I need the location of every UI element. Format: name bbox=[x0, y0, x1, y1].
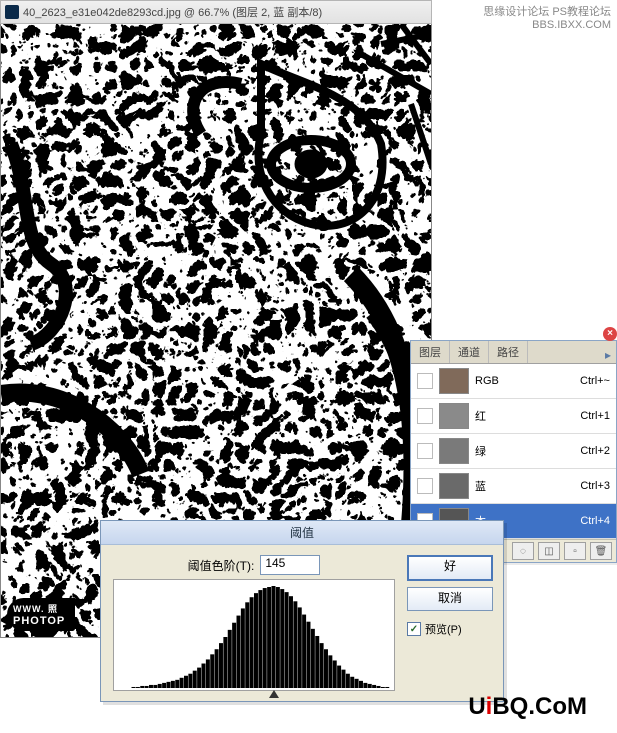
tab-channels[interactable]: 通道 bbox=[450, 341, 489, 363]
channel-thumbnail bbox=[439, 473, 469, 499]
desktop-watermark-line2: BBS.IBXX.COM bbox=[483, 19, 611, 32]
load-selection-icon[interactable]: ◌ bbox=[512, 542, 534, 560]
channel-row[interactable]: 红 Ctrl+1 bbox=[411, 399, 616, 434]
channel-label: 红 bbox=[475, 408, 574, 424]
brand-watermark: UiBQ.CoM bbox=[468, 693, 587, 721]
delete-channel-icon[interactable]: 🗑 bbox=[590, 542, 612, 560]
channel-row[interactable]: RGB Ctrl+~ bbox=[411, 364, 616, 399]
channel-thumbnail bbox=[439, 368, 469, 394]
image-watermark-line2: PHOTOP bbox=[13, 615, 65, 627]
image-watermark-line1: WWW. 照 bbox=[13, 602, 65, 615]
channel-shortcut: Ctrl+1 bbox=[580, 410, 610, 422]
tab-paths[interactable]: 路径 bbox=[489, 341, 528, 363]
app-icon bbox=[5, 5, 19, 19]
channel-thumbnail bbox=[439, 438, 469, 464]
new-channel-icon[interactable]: ▫ bbox=[564, 542, 586, 560]
channel-shortcut: Ctrl+~ bbox=[580, 375, 610, 387]
preview-checkbox[interactable]: ✓ 预览(P) bbox=[407, 621, 493, 637]
channel-shortcut: Ctrl+4 bbox=[580, 515, 610, 527]
channel-shortcut: Ctrl+3 bbox=[580, 480, 610, 492]
preview-label: 预览(P) bbox=[425, 621, 462, 637]
channel-list: RGBCtrl+~红Ctrl+1绿Ctrl+2蓝Ctrl+3本Ctrl+4 bbox=[411, 364, 616, 539]
desktop-watermark: 思缘设计论坛 PS教程论坛 BBS.IBXX.COM bbox=[483, 6, 611, 32]
histogram bbox=[113, 579, 395, 691]
threshold-slider-handle[interactable] bbox=[269, 690, 279, 698]
visibility-toggle[interactable] bbox=[417, 373, 433, 389]
channel-shortcut: Ctrl+2 bbox=[580, 445, 610, 457]
visibility-toggle[interactable] bbox=[417, 478, 433, 494]
checkbox-icon: ✓ bbox=[407, 622, 421, 636]
document-titlebar[interactable]: 40_2623_e31e042de8293cd.jpg @ 66.7% (图层 … bbox=[0, 0, 432, 24]
channel-label: RGB bbox=[475, 375, 574, 387]
image-watermark: WWW. 照 PHOTOP bbox=[7, 598, 75, 631]
visibility-toggle[interactable] bbox=[417, 443, 433, 459]
desktop-watermark-line1: 思缘设计论坛 PS教程论坛 bbox=[483, 6, 611, 19]
channel-row[interactable]: 绿 Ctrl+2 bbox=[411, 434, 616, 469]
save-selection-icon[interactable]: ◫ bbox=[538, 542, 560, 560]
threshold-slider-track[interactable] bbox=[114, 690, 394, 700]
brand-suffix: BQ.CoM bbox=[492, 693, 587, 720]
channel-label: 蓝 bbox=[475, 478, 574, 494]
ok-button[interactable]: 好 bbox=[407, 555, 493, 581]
cancel-button[interactable]: 取消 bbox=[407, 587, 493, 611]
dialog-title[interactable]: 阈值 bbox=[101, 521, 503, 545]
threshold-dialog: 阈值 阈值色阶(T): 145 好 取消 ✓ 预览(P) bbox=[100, 520, 504, 702]
channel-label: 绿 bbox=[475, 443, 574, 459]
channel-thumbnail bbox=[439, 403, 469, 429]
threshold-input[interactable]: 145 bbox=[260, 555, 320, 575]
tab-layers[interactable]: 图层 bbox=[411, 341, 450, 363]
brand-prefix: U bbox=[468, 693, 485, 720]
panel-tabstrip: × 图层 通道 路径 ▸ bbox=[411, 341, 616, 364]
threshold-label: 阈值色阶(T): bbox=[188, 557, 255, 574]
document-title: 40_2623_e31e042de8293cd.jpg @ 66.7% (图层 … bbox=[23, 4, 322, 20]
channel-row[interactable]: 蓝 Ctrl+3 bbox=[411, 469, 616, 504]
panel-close-icon[interactable]: × bbox=[603, 327, 617, 341]
visibility-toggle[interactable] bbox=[417, 408, 433, 424]
panel-menu-icon[interactable]: ▸ bbox=[600, 347, 616, 363]
